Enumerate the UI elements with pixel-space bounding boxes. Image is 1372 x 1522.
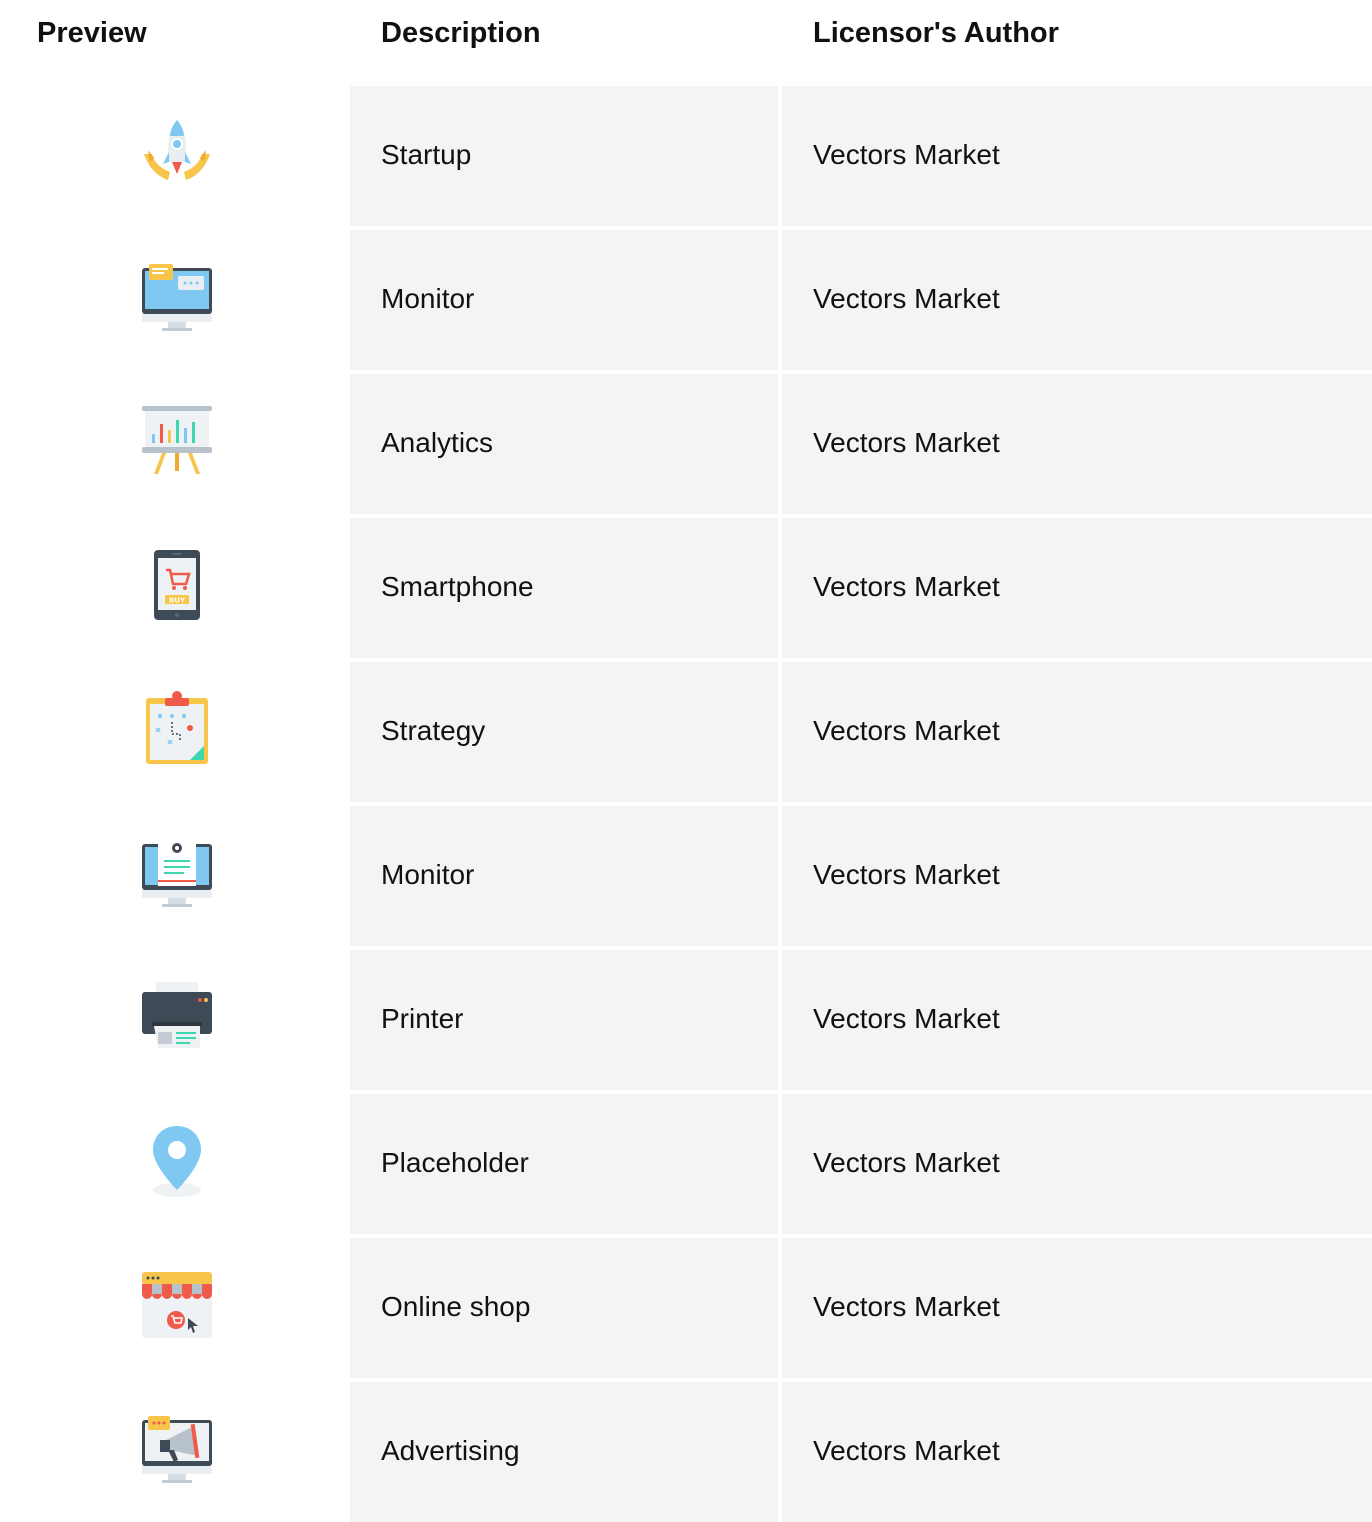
smartphone-buy-icon: BUY <box>154 550 200 620</box>
description-cell: Strategy <box>350 662 778 802</box>
author-cell: Vectors Market <box>782 86 1372 226</box>
preview-cell <box>0 86 350 226</box>
analytics-board-icon <box>142 406 212 474</box>
author-cell: Vectors Market <box>782 1238 1372 1378</box>
column-header-preview: Preview <box>37 17 147 49</box>
author-text: Vectors Market <box>813 1147 1000 1178</box>
column-header-author: Licensor's Author <box>813 17 1059 49</box>
table-row: Online shop Vectors Market <box>0 1238 1372 1378</box>
author-cell: Vectors Market <box>782 662 1372 802</box>
preview-cell <box>0 806 350 946</box>
rocket-hands-icon <box>144 120 210 180</box>
table-row: Monitor Vectors Market <box>0 230 1372 370</box>
monitor-document-icon <box>142 838 212 907</box>
svg-text:BUY: BUY <box>169 597 186 605</box>
description-text: Advertising <box>381 1435 520 1466</box>
author-text: Vectors Market <box>813 283 1000 314</box>
description-text: Monitor <box>381 859 475 890</box>
table-row: Printer Vectors Market <box>0 950 1372 1090</box>
author-cell: Vectors Market <box>782 806 1372 946</box>
preview-cell <box>0 1238 350 1378</box>
table-row: Strategy Vectors Market <box>0 662 1372 802</box>
description-cell: Monitor <box>350 230 778 370</box>
description-cell: Analytics <box>350 374 778 514</box>
description-cell: Startup <box>350 86 778 226</box>
preview-cell <box>0 374 350 514</box>
author-text: Vectors Market <box>813 571 1000 602</box>
table-row: BUY Smartphone Vectors Market <box>0 518 1372 658</box>
preview-cell <box>0 950 350 1090</box>
description-text: Monitor <box>381 283 475 314</box>
preview-cell <box>0 1382 350 1522</box>
description-text: Startup <box>381 139 472 170</box>
description-cell: Monitor <box>350 806 778 946</box>
description-text: Smartphone <box>381 571 534 602</box>
strategy-clipboard-icon <box>146 691 208 764</box>
preview-cell <box>0 662 350 802</box>
author-cell: Vectors Market <box>782 230 1372 370</box>
description-cell: Smartphone <box>350 518 778 658</box>
description-cell: Advertising <box>350 1382 778 1522</box>
table-header: Preview Description Licensor's Author <box>0 0 1372 86</box>
author-cell: Vectors Market <box>782 1094 1372 1234</box>
author-text: Vectors Market <box>813 1435 1000 1466</box>
author-cell: Vectors Market <box>782 1382 1372 1522</box>
table-row: Advertising Vectors Market <box>0 1382 1372 1522</box>
description-cell: Printer <box>350 950 778 1090</box>
printer-icon <box>142 982 212 1048</box>
author-text: Vectors Market <box>813 715 1000 746</box>
author-text: Vectors Market <box>813 139 1000 170</box>
author-text: Vectors Market <box>813 859 1000 890</box>
table-row: Analytics Vectors Market <box>0 374 1372 514</box>
column-header-description: Description <box>381 17 541 49</box>
map-pin-icon <box>153 1126 201 1197</box>
author-text: Vectors Market <box>813 1003 1000 1034</box>
monitor-chat-icon <box>142 264 212 331</box>
table-row: Startup Vectors Market <box>0 86 1372 226</box>
description-text: Printer <box>381 1003 464 1034</box>
online-shop-icon <box>142 1272 212 1338</box>
author-cell: Vectors Market <box>782 374 1372 514</box>
table-row: Monitor Vectors Market <box>0 806 1372 946</box>
preview-cell: BUY <box>0 518 350 658</box>
description-text: Analytics <box>381 427 494 458</box>
table-row: Placeholder Vectors Market <box>0 1094 1372 1234</box>
description-cell: Placeholder <box>350 1094 778 1234</box>
preview-cell <box>0 230 350 370</box>
description-text: Strategy <box>381 715 486 746</box>
author-text: Vectors Market <box>813 1291 1000 1322</box>
author-text: Vectors Market <box>813 427 1000 458</box>
description-text: Placeholder <box>381 1147 529 1178</box>
description-cell: Online shop <box>350 1238 778 1378</box>
advertising-monitor-icon <box>142 1416 212 1483</box>
preview-cell <box>0 1094 350 1234</box>
icon-table: Startup Vectors Market Monitor Vectors M… <box>0 86 1372 1522</box>
author-cell: Vectors Market <box>782 950 1372 1090</box>
author-cell: Vectors Market <box>782 518 1372 658</box>
description-text: Online shop <box>381 1291 531 1322</box>
